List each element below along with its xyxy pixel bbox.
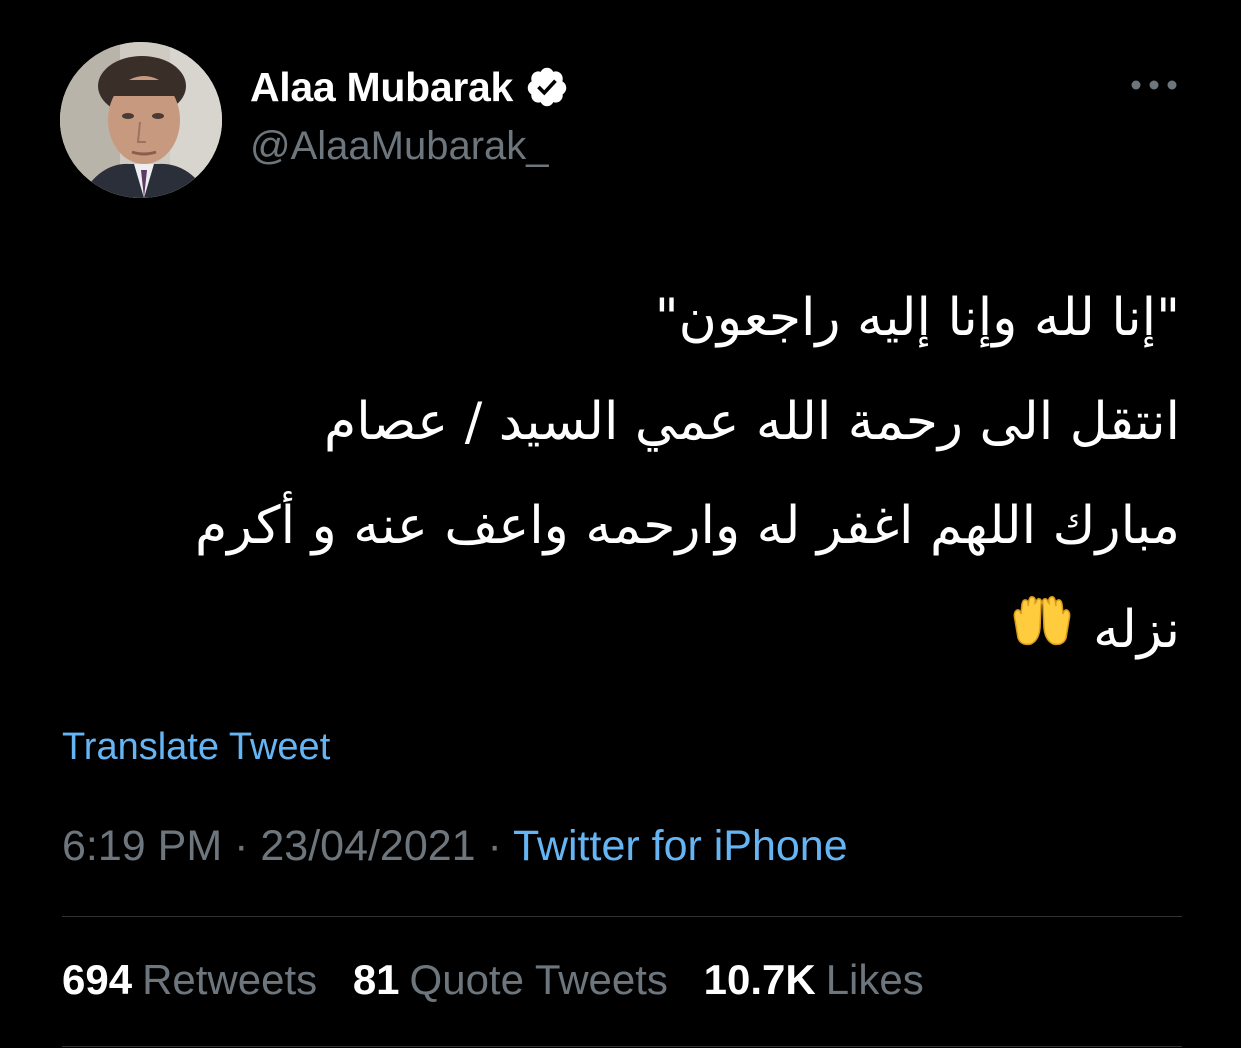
avatar[interactable] (60, 42, 222, 198)
quote-tweets-count: 81 (352, 956, 400, 1003)
profile-photo (60, 42, 222, 198)
tweet-time[interactable]: 6:19 PM (62, 822, 222, 870)
divider (62, 1046, 1182, 1047)
verified-badge-icon (527, 67, 567, 107)
more-horizontal-icon (1131, 80, 1177, 90)
retweets-count: 694 (62, 956, 133, 1003)
tweet-stats: 694 Retweets 81 Quote Tweets 10.7K Likes (62, 956, 948, 1004)
tweet-line-last: نزله (70, 578, 1180, 685)
tweet-text: "إنا لله وإنا إليه راجعون" انتقل الى رحم… (70, 266, 1180, 685)
quote-tweets-label: Quote Tweets (409, 956, 668, 1003)
meta-separator: · (487, 822, 502, 870)
tweet-line-text: نزله (1093, 600, 1180, 660)
quote-tweets-stat[interactable]: 81 Quote Tweets (353, 956, 668, 1003)
display-name[interactable]: Alaa Mubarak (250, 64, 513, 111)
author-handle[interactable]: @AlaaMubarak_ (250, 124, 549, 169)
tweet-meta: 6:19 PM · 23/04/2021 · Twitter for iPhon… (62, 822, 848, 871)
retweets-label: Retweets (142, 956, 318, 1003)
tweet-line: انتقل الى رحمة الله عمي السيد / عصام (324, 392, 1180, 452)
tweet-line: مبارك اللهم اغفر له وارحمه واعف عنه و أك… (194, 496, 1180, 556)
divider (62, 916, 1182, 917)
likes-count: 10.7K (703, 956, 816, 1003)
meta-separator: · (234, 822, 249, 870)
author-name-row[interactable]: Alaa Mubarak (250, 62, 569, 112)
tweet-source-link[interactable]: Twitter for iPhone (513, 822, 848, 870)
more-options-button[interactable] (1124, 60, 1184, 110)
retweets-stat[interactable]: 694 Retweets (62, 956, 317, 1003)
tweet-date[interactable]: 23/04/2021 (260, 822, 475, 870)
raising-hands-emoji-icon (1011, 581, 1073, 685)
likes-label: Likes (825, 956, 924, 1003)
translate-tweet-link[interactable]: Translate Tweet (62, 726, 330, 769)
tweet-line: "إنا لله وإنا إليه راجعون" (654, 288, 1180, 348)
likes-stat[interactable]: 10.7K Likes (704, 956, 924, 1003)
